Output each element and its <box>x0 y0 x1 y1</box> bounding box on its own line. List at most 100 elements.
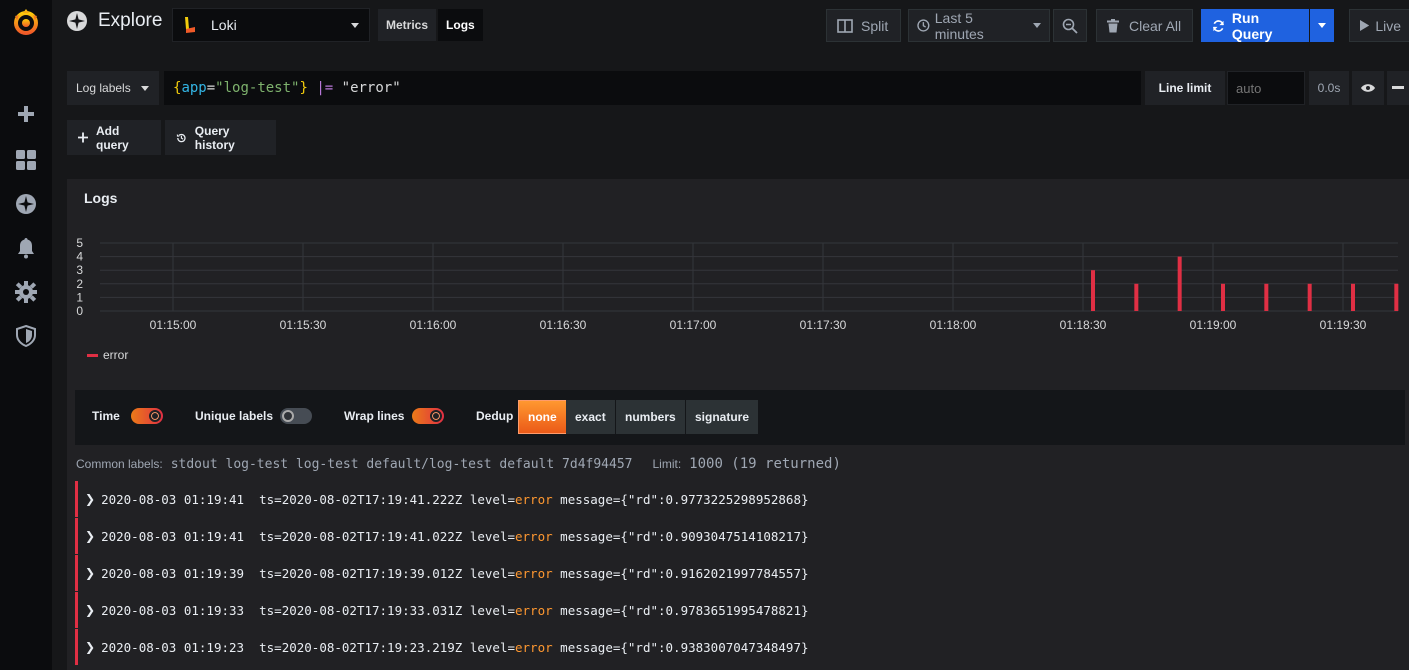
query-history-label: Query history <box>194 123 235 152</box>
dedup-label: Dedup <box>476 409 514 423</box>
bar-error <box>1307 283 1312 311</box>
query-history-button[interactable]: Query history <box>165 120 276 155</box>
clear-all-label: Clear All <box>1129 17 1182 34</box>
y-tick-label: 0 <box>76 304 83 318</box>
log-row[interactable]: ❯ 2020-08-03 01:19:39 ts=2020-08-02T17:19… <box>75 555 1395 591</box>
log-level-bar <box>75 592 78 628</box>
run-query-button[interactable]: Run Query <box>1201 9 1309 42</box>
log-level-highlight: error <box>515 602 553 618</box>
chevron-down-icon <box>351 23 359 28</box>
log-level-bar <box>75 481 78 517</box>
dedup-numbers-button[interactable]: numbers <box>616 400 685 434</box>
toggle-query-visibility-button[interactable] <box>1352 71 1384 105</box>
toggle-knob <box>430 410 442 422</box>
line-limit-input[interactable] <box>1227 71 1305 105</box>
explore-mode-toggle: Metrics Logs <box>378 9 485 41</box>
log-timestamp: 2020-08-03 01:19:33 <box>101 602 245 618</box>
toggle-knob <box>282 410 294 422</box>
log-level-highlight: error <box>515 565 553 581</box>
split-button[interactable]: Split <box>826 9 901 42</box>
bar-error <box>1394 283 1399 311</box>
plus-icon <box>78 132 89 143</box>
live-button[interactable]: Live <box>1349 9 1409 42</box>
query-pipe-op: |= <box>316 80 334 96</box>
datasource-name: Loki <box>211 17 237 33</box>
datasource-picker[interactable]: Loki <box>172 8 370 42</box>
shield-icon[interactable] <box>10 320 42 352</box>
log-labels-button[interactable]: Log labels <box>67 71 159 105</box>
page-title: Explore <box>66 10 162 32</box>
bar-error <box>1177 256 1182 311</box>
x-tick-label: 01:18:30 <box>1060 318 1107 332</box>
toggle-knob <box>149 410 161 422</box>
log-row[interactable]: ❯ 2020-08-03 01:19:41 ts=2020-08-02T17:19… <box>75 518 1395 554</box>
run-query-label: Run Query <box>1231 9 1273 42</box>
x-tick-label: 01:16:30 <box>540 318 587 332</box>
remove-query-button[interactable] <box>1387 71 1409 105</box>
legend-label-error[interactable]: error <box>103 348 128 362</box>
limit-label: Limit: <box>652 457 682 471</box>
mode-logs-button[interactable]: Logs <box>438 9 483 41</box>
log-row[interactable]: ❯ 2020-08-03 01:19:33 ts=2020-08-02T17:19… <box>75 592 1395 628</box>
chevron-down-icon <box>1318 23 1326 28</box>
split-icon <box>837 18 853 33</box>
gear-icon[interactable] <box>10 276 42 308</box>
dedup-exact-button[interactable]: exact <box>566 400 615 434</box>
grafana-logo-icon[interactable] <box>10 6 42 38</box>
log-line-message: message={"rd":0.9093047514108217} <box>552 528 809 544</box>
split-label: Split <box>861 17 889 34</box>
log-line-prefix: ts=2020-08-02T17:19:41.022Z level= <box>259 528 515 544</box>
log-level-bar <box>75 629 78 665</box>
time-range-picker[interactable]: Last 5 minutes <box>908 9 1050 42</box>
chevron-right-icon[interactable]: ❯ <box>85 492 95 506</box>
bell-icon[interactable] <box>10 232 42 264</box>
sidebar <box>0 0 52 670</box>
refresh-icon <box>1213 19 1224 32</box>
log-row[interactable]: ❯ 2020-08-03 01:19:23 ts=2020-08-02T17:19… <box>75 629 1395 665</box>
query-brace-open: { <box>173 80 182 96</box>
common-labels-values: stdout log-test log-test default/log-tes… <box>170 457 633 472</box>
log-level-bar <box>75 555 78 591</box>
eye-icon <box>1361 84 1375 92</box>
clear-all-button[interactable]: Clear All <box>1096 9 1193 42</box>
logs-options-bar: Time Unique labels Wrap lines Dedup none… <box>75 390 1405 445</box>
dedup-none-button[interactable]: none <box>518 400 567 434</box>
run-query-dropdown[interactable] <box>1310 9 1334 42</box>
log-line-message: message={"rd":0.9773225298952868} <box>552 491 809 507</box>
chevron-right-icon[interactable]: ❯ <box>85 603 95 617</box>
chevron-right-icon[interactable]: ❯ <box>85 640 95 654</box>
chevron-right-icon[interactable]: ❯ <box>85 566 95 580</box>
x-tick-label: 01:15:00 <box>150 318 197 332</box>
x-tick-label: 01:19:30 <box>1320 318 1367 332</box>
chevron-down-icon <box>140 85 149 91</box>
logs-panel: Logs 0 1 2 3 4 5 01:15:00 01:15:30 01:16:00 01:16… <box>67 179 1409 670</box>
limit-value: 1000 (19 returned) <box>689 456 841 472</box>
query-editor[interactable]: {app = "log-test"} |= "error" <box>164 71 1141 105</box>
explore-compass-icon[interactable] <box>10 188 42 220</box>
line-limit-label: Line limit <box>1145 71 1225 105</box>
add-query-button[interactable]: Add query <box>67 120 161 155</box>
mode-metrics-button[interactable]: Metrics <box>378 9 437 41</box>
plus-icon[interactable] <box>10 98 42 130</box>
log-timestamp: 2020-08-03 01:19:39 <box>101 565 245 581</box>
y-tick-label: 5 <box>76 236 83 250</box>
dedup-signature-button[interactable]: signature <box>686 400 759 434</box>
query-label-value: "log-test" <box>215 80 300 96</box>
bar-error <box>1351 283 1355 311</box>
trash-icon <box>1107 18 1119 32</box>
y-tick-label: 1 <box>76 290 83 304</box>
time-toggle[interactable] <box>131 408 163 424</box>
zoom-out-icon <box>1062 18 1078 34</box>
chevron-right-icon[interactable]: ❯ <box>85 529 95 543</box>
wrap-lines-toggle[interactable] <box>412 408 444 424</box>
x-tick-label: 01:16:00 <box>410 318 457 332</box>
log-row[interactable]: ❯ 2020-08-03 01:19:41 ts=2020-08-02T17:19… <box>75 481 1395 517</box>
unique-labels-toggle[interactable] <box>280 408 312 424</box>
page-title-text: Explore <box>98 10 163 31</box>
zoom-out-button[interactable] <box>1053 9 1087 42</box>
bar-error <box>1091 270 1095 311</box>
play-icon <box>1360 19 1370 32</box>
dashboards-icon[interactable] <box>10 144 42 176</box>
x-tick-label: 01:19:00 <box>1190 318 1237 332</box>
log-level-bar <box>75 518 78 554</box>
